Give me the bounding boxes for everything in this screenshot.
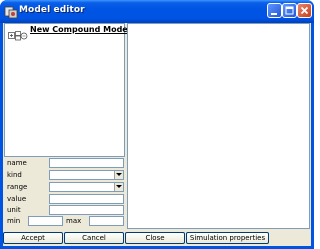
name-field[interactable] [49, 158, 124, 168]
max-label: max [66, 217, 82, 225]
simulation-properties-button[interactable]: Simulation properties [186, 232, 269, 244]
range-select[interactable] [49, 182, 124, 192]
value-label: value [7, 195, 27, 203]
minimize-button[interactable] [267, 3, 282, 18]
maximize-button[interactable] [282, 3, 297, 18]
min-label: min [7, 217, 21, 225]
value-field[interactable] [49, 194, 124, 204]
window-title: Model editor [19, 5, 85, 15]
app-icon [4, 4, 18, 19]
title-bar[interactable]: Model editor [0, 0, 314, 23]
close-icon [300, 6, 309, 15]
range-dropdown-button[interactable] [114, 183, 123, 191]
kind-select[interactable] [49, 170, 124, 180]
chevron-down-icon [116, 173, 122, 176]
accept-button[interactable]: Accept [3, 232, 63, 244]
tree-root-label[interactable]: New Compound Model [30, 25, 130, 34]
maximize-icon [285, 6, 294, 15]
max-field[interactable] [89, 216, 124, 226]
chevron-down-icon [116, 185, 122, 188]
model-editor-window: Model editor New Compound Model name kin… [0, 0, 314, 249]
name-label: name [7, 159, 27, 167]
minimize-icon [271, 13, 277, 15]
compound-model-icon [8, 26, 28, 41]
unit-field[interactable] [49, 205, 124, 215]
model-canvas-panel[interactable] [127, 23, 310, 229]
model-tree[interactable]: New Compound Model [4, 23, 130, 157]
unit-label: unit [7, 206, 21, 214]
kind-label: kind [7, 171, 22, 179]
min-field[interactable] [28, 216, 63, 226]
range-label: range [7, 183, 28, 191]
kind-dropdown-button[interactable] [114, 171, 123, 179]
close-button[interactable]: Close [125, 232, 185, 244]
cancel-button[interactable]: Cancel [64, 232, 124, 244]
window-client-area: New Compound Model name kind range value [3, 23, 311, 246]
close-window-button[interactable] [297, 3, 312, 18]
